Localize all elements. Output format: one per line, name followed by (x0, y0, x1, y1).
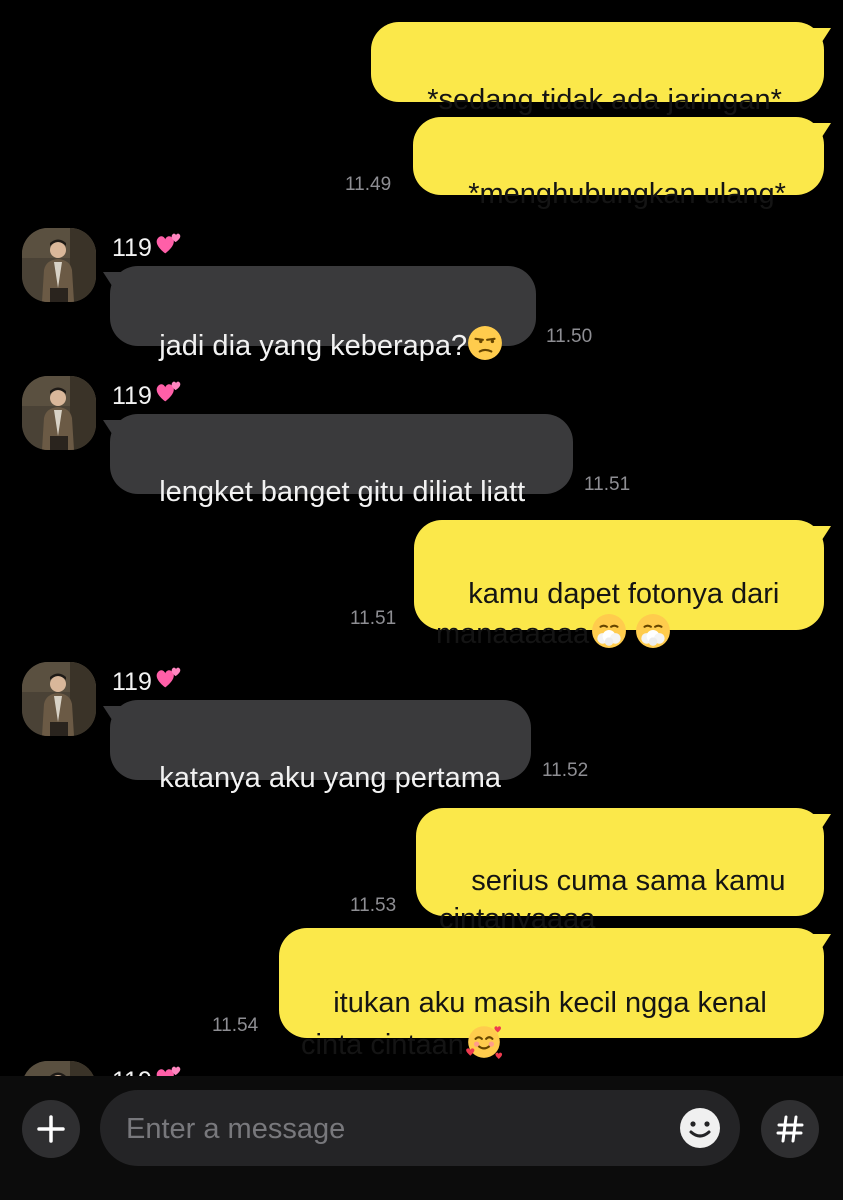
sender-name: 119 (112, 1062, 184, 1076)
outgoing-message-bubble[interactable]: serius cuma sama kamu cintanyaaaa (416, 808, 824, 935)
incoming-message-bubble[interactable]: lengket banget gitu diliat liatt (110, 414, 573, 508)
message-timestamp: 11.51 (584, 474, 631, 495)
two-hearts-icon (154, 663, 184, 693)
sender-name: 119 (112, 663, 184, 697)
message-text: itukan aku masih kecil ngga kenal cinta … (301, 987, 767, 1061)
message-timestamp: 11.50 (546, 326, 593, 347)
message-text: *menghubungkan ulang* (468, 178, 786, 210)
avatar[interactable] (22, 376, 96, 450)
face-exhaling-emoji (635, 613, 671, 649)
message-input[interactable] (124, 1106, 668, 1152)
two-hearts-icon (154, 229, 184, 259)
message-text: katanya aku yang pertama (159, 762, 502, 794)
chat-thread[interactable]: *sedang tidak ada jaringan* *menghubungk… (0, 0, 843, 1076)
sender-name: 119 (112, 229, 184, 263)
message-timestamp: 11.52 (542, 760, 589, 781)
profile-photo (22, 376, 96, 450)
profile-photo (22, 1061, 96, 1076)
smiley-icon (680, 1108, 720, 1148)
message-timestamp: 11.49 (345, 174, 392, 195)
two-hearts-icon (154, 377, 184, 407)
plus-icon (37, 1115, 65, 1143)
incoming-message-bubble[interactable]: katanya aku yang pertama (110, 700, 531, 794)
message-text: serius cuma sama kamu cintanyaaaa (439, 865, 786, 935)
message-timestamp: 11.54 (212, 1015, 259, 1036)
attach-button[interactable] (22, 1100, 80, 1158)
sender-name-text: 119 (112, 668, 152, 696)
profile-photo (22, 228, 96, 302)
message-input-container[interactable] (100, 1090, 740, 1166)
avatar[interactable] (22, 662, 96, 736)
sender-name-text: 119 (112, 234, 152, 262)
avatar[interactable] (22, 228, 96, 302)
hash-icon (776, 1115, 804, 1143)
two-hearts-icon (154, 1062, 184, 1076)
profile-photo (22, 662, 96, 736)
outgoing-message-bubble[interactable]: *menghubungkan ulang* (413, 117, 824, 210)
face-exhaling-emoji (591, 613, 627, 649)
message-text: jadi dia yang keberapa? (159, 330, 468, 362)
sender-name-text: 119 (112, 1067, 152, 1076)
hashtag-search-button[interactable] (761, 1100, 819, 1158)
outgoing-message-bubble[interactable]: itukan aku masih kecil ngga kenal cinta … (279, 928, 824, 1061)
message-composer (0, 1076, 843, 1200)
message-text: lengket banget gitu diliat liatt (159, 476, 526, 508)
message-timestamp: 11.53 (350, 895, 397, 916)
outgoing-message-bubble[interactable]: *sedang tidak ada jaringan* (371, 22, 824, 116)
unamused-face-emoji (467, 325, 503, 361)
sender-name-text: 119 (112, 382, 152, 410)
message-text: *sedang tidak ada jaringan* (427, 84, 782, 116)
smiling-face-with-hearts-emoji (465, 1022, 503, 1060)
sender-name: 119 (112, 377, 184, 411)
message-timestamp: 11.51 (350, 608, 397, 629)
avatar[interactable] (22, 1061, 96, 1076)
outgoing-message-bubble[interactable]: kamu dapet fotonya dari manaaaaaa (414, 520, 824, 650)
emoji-button[interactable] (676, 1104, 724, 1152)
incoming-message-bubble[interactable]: jadi dia yang keberapa? (110, 266, 536, 362)
